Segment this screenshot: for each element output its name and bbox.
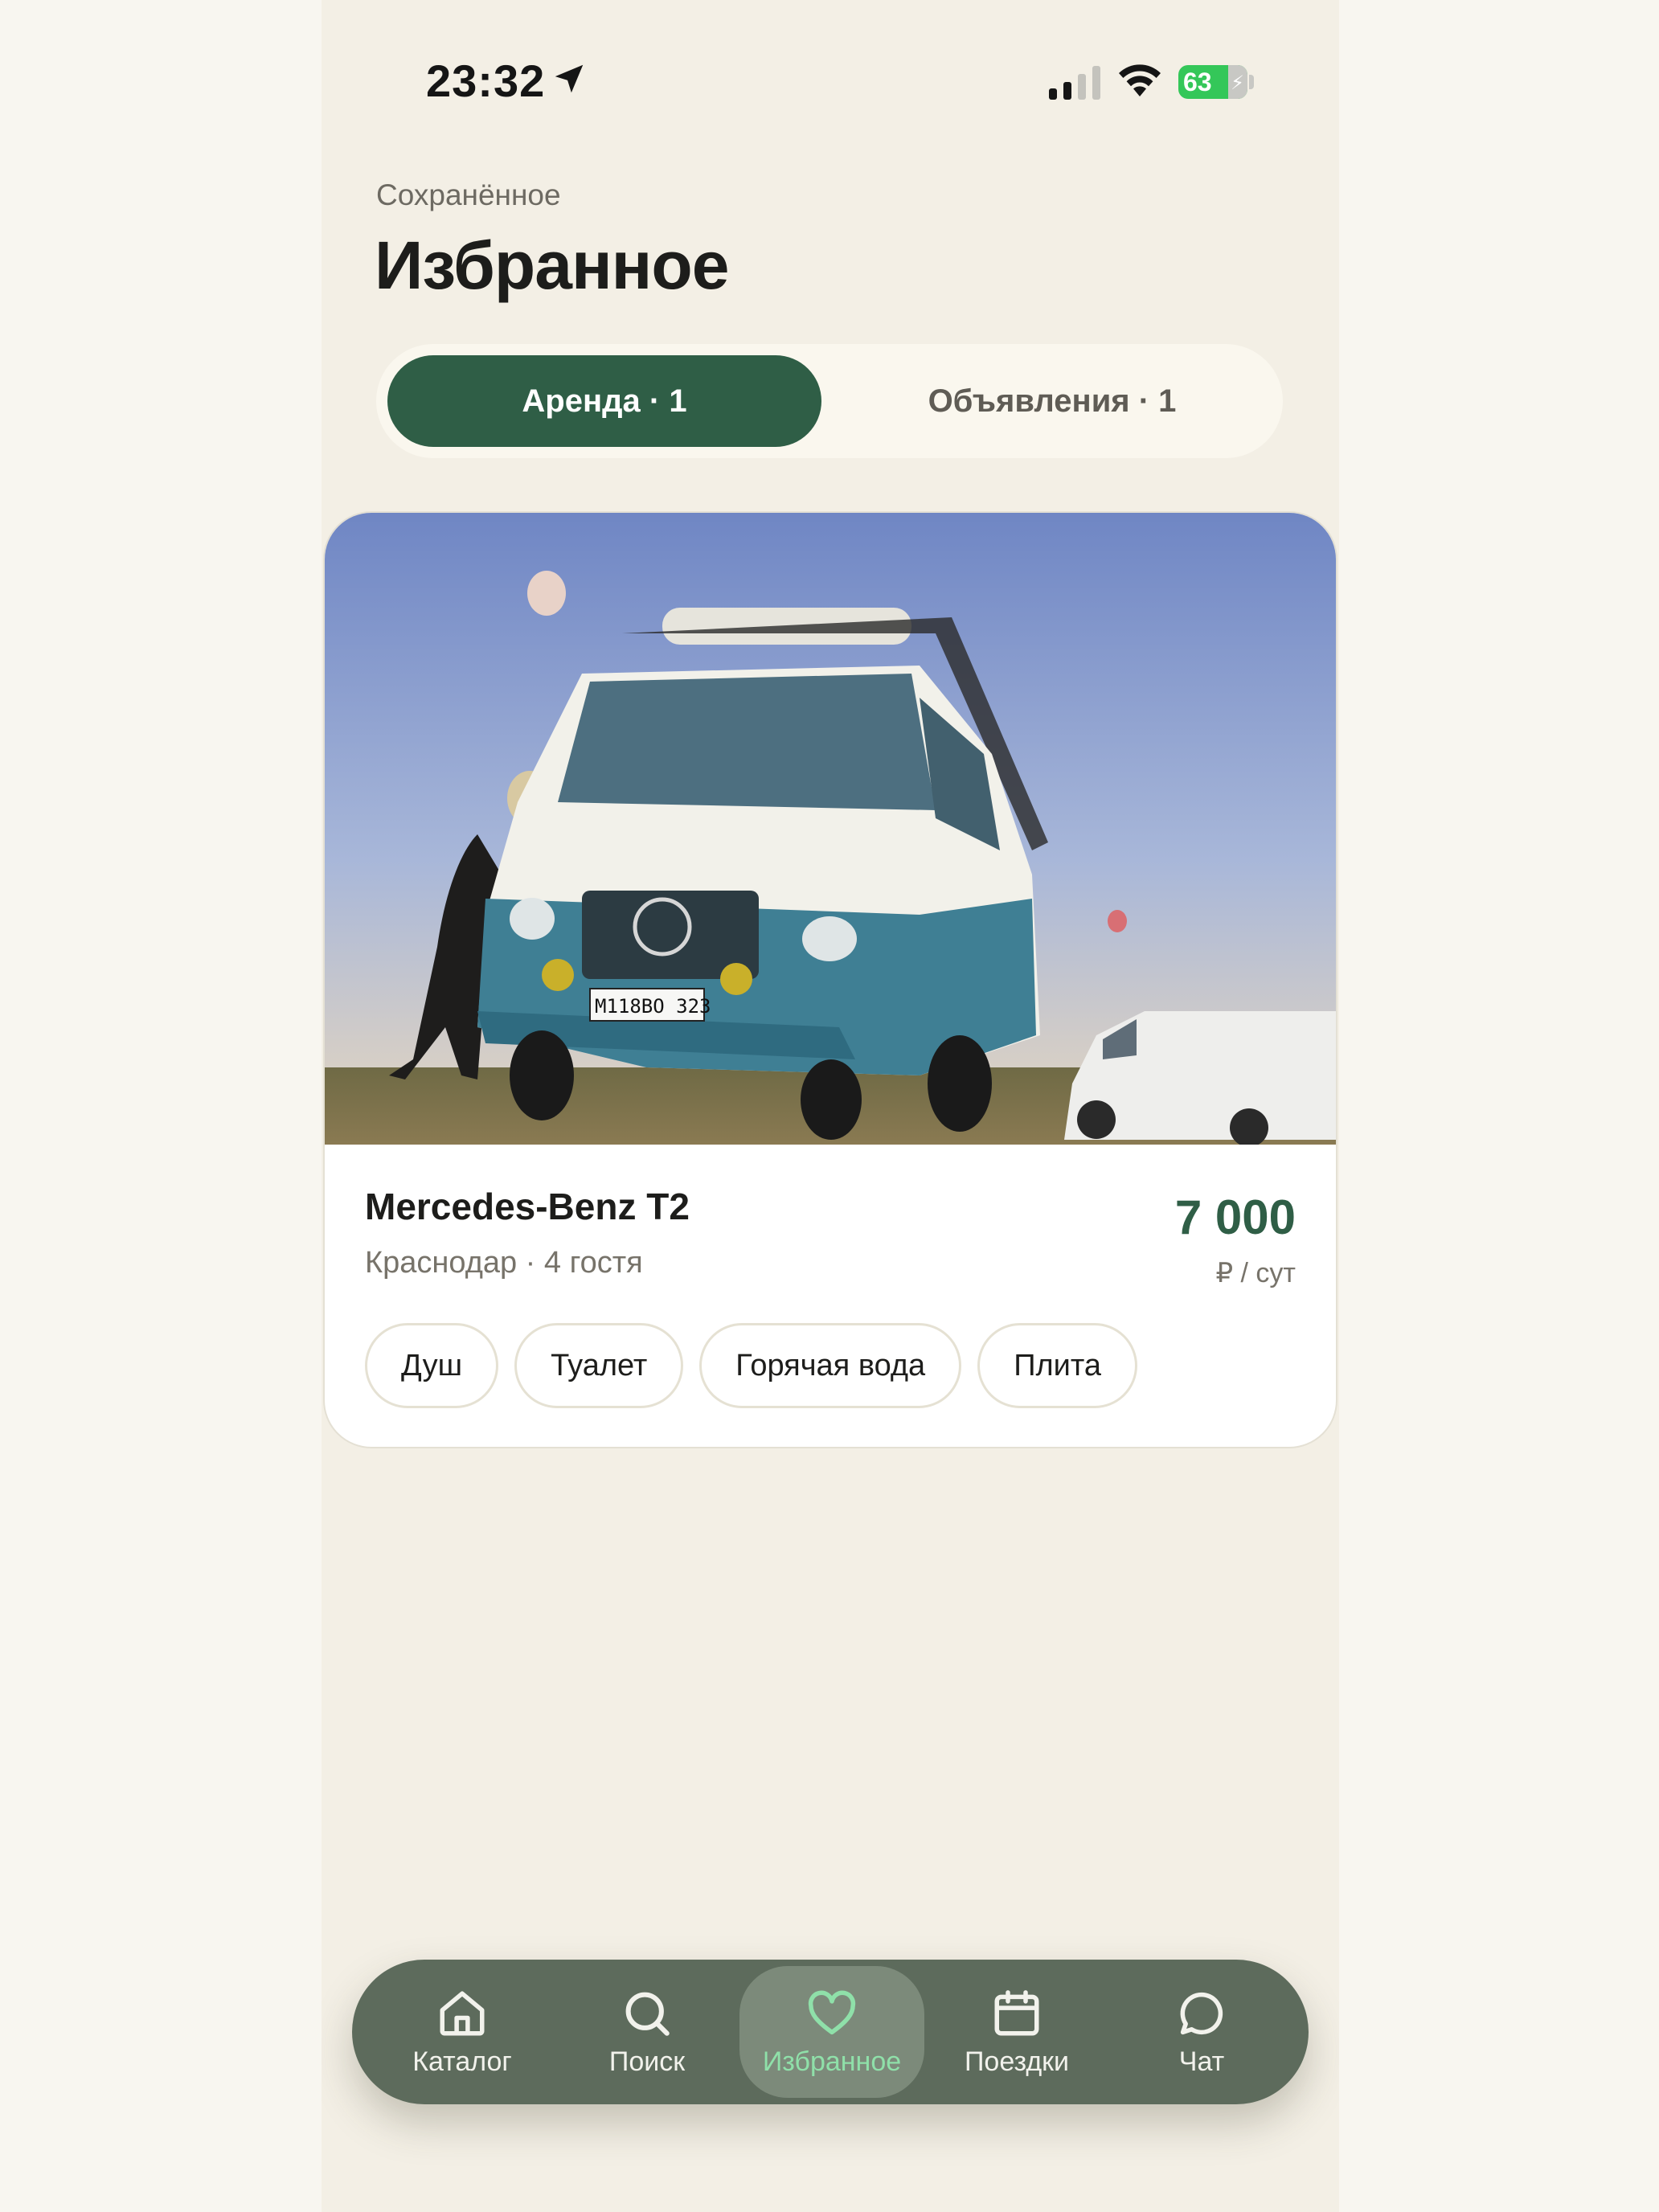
- tab-rentals[interactable]: Аренда · 1: [387, 355, 821, 447]
- location-arrow-icon: [555, 64, 584, 93]
- tab-favorites[interactable]: Избранное: [739, 1966, 924, 2098]
- tab-listings[interactable]: Объявления · 1: [833, 355, 1272, 447]
- calendar-icon: [994, 1989, 1039, 2035]
- tab-label: Поездки: [964, 2046, 1070, 2077]
- battery-charging-icon: 63 ⚡: [1178, 65, 1247, 99]
- segmented-control: Аренда · 1 Объявления · 1: [376, 344, 1283, 458]
- listing-price: 7 000: [1174, 1190, 1296, 1244]
- home-icon: [440, 1991, 485, 2035]
- tab-label: Чат: [1178, 2046, 1225, 2077]
- tab-chat[interactable]: Чат: [1109, 1966, 1294, 2098]
- battery-tip: [1249, 75, 1254, 89]
- battery-level: 63: [1183, 67, 1212, 96]
- amenity-tag: Плита: [977, 1323, 1138, 1408]
- listing-meta: Краснодар · 4 гостя: [365, 1246, 643, 1280]
- tab-label: Поиск: [608, 2046, 686, 2077]
- amenity-tags: Душ Туалет Горячая вода Плита: [365, 1323, 1138, 1408]
- status-bar: 23:32 63 ⚡: [322, 0, 1339, 161]
- signal-icon: [1049, 66, 1100, 100]
- tab-trips[interactable]: Поездки: [924, 1966, 1109, 2098]
- tab-search[interactable]: Поиск: [555, 1966, 739, 2098]
- tab-catalog[interactable]: Каталог: [370, 1966, 555, 2098]
- listing-title: Mercedes-Benz T2: [365, 1186, 690, 1227]
- chat-icon: [1180, 1992, 1223, 2034]
- listing-card[interactable]: М118ВО 323 Mercedes-Benz T2 Краснодар · …: [323, 511, 1337, 1448]
- page-title: Избранное: [375, 227, 729, 303]
- page-subtitle: Сохранённое: [376, 178, 561, 211]
- bottom-tab-bar: Каталог Поиск Избранное Поездки Чат: [352, 1960, 1309, 2104]
- heart-icon: [808, 1990, 856, 2034]
- status-time: 23:32: [426, 55, 546, 106]
- amenity-tag: Душ: [365, 1323, 499, 1408]
- wifi-icon: [1119, 64, 1161, 96]
- phone-screen: 23:32 63 ⚡ Сохранённое Избранное Аренда …: [322, 0, 1339, 2212]
- search-icon: [625, 1992, 670, 2036]
- campervan-photo: М118ВО 323: [325, 513, 1336, 1145]
- amenity-tag: Туалет: [514, 1323, 684, 1408]
- price-unit: ₽ / сут: [1215, 1258, 1296, 1288]
- tab-label: Избранное: [762, 2046, 902, 2077]
- bolt-icon: ⚡: [1231, 72, 1244, 94]
- amenity-tag: Горячая вода: [699, 1323, 962, 1408]
- listing-photo[interactable]: М118ВО 323: [325, 513, 1336, 1145]
- license-plate-text: М118ВО 323: [595, 995, 711, 1018]
- tab-label: Каталог: [412, 2046, 512, 2077]
